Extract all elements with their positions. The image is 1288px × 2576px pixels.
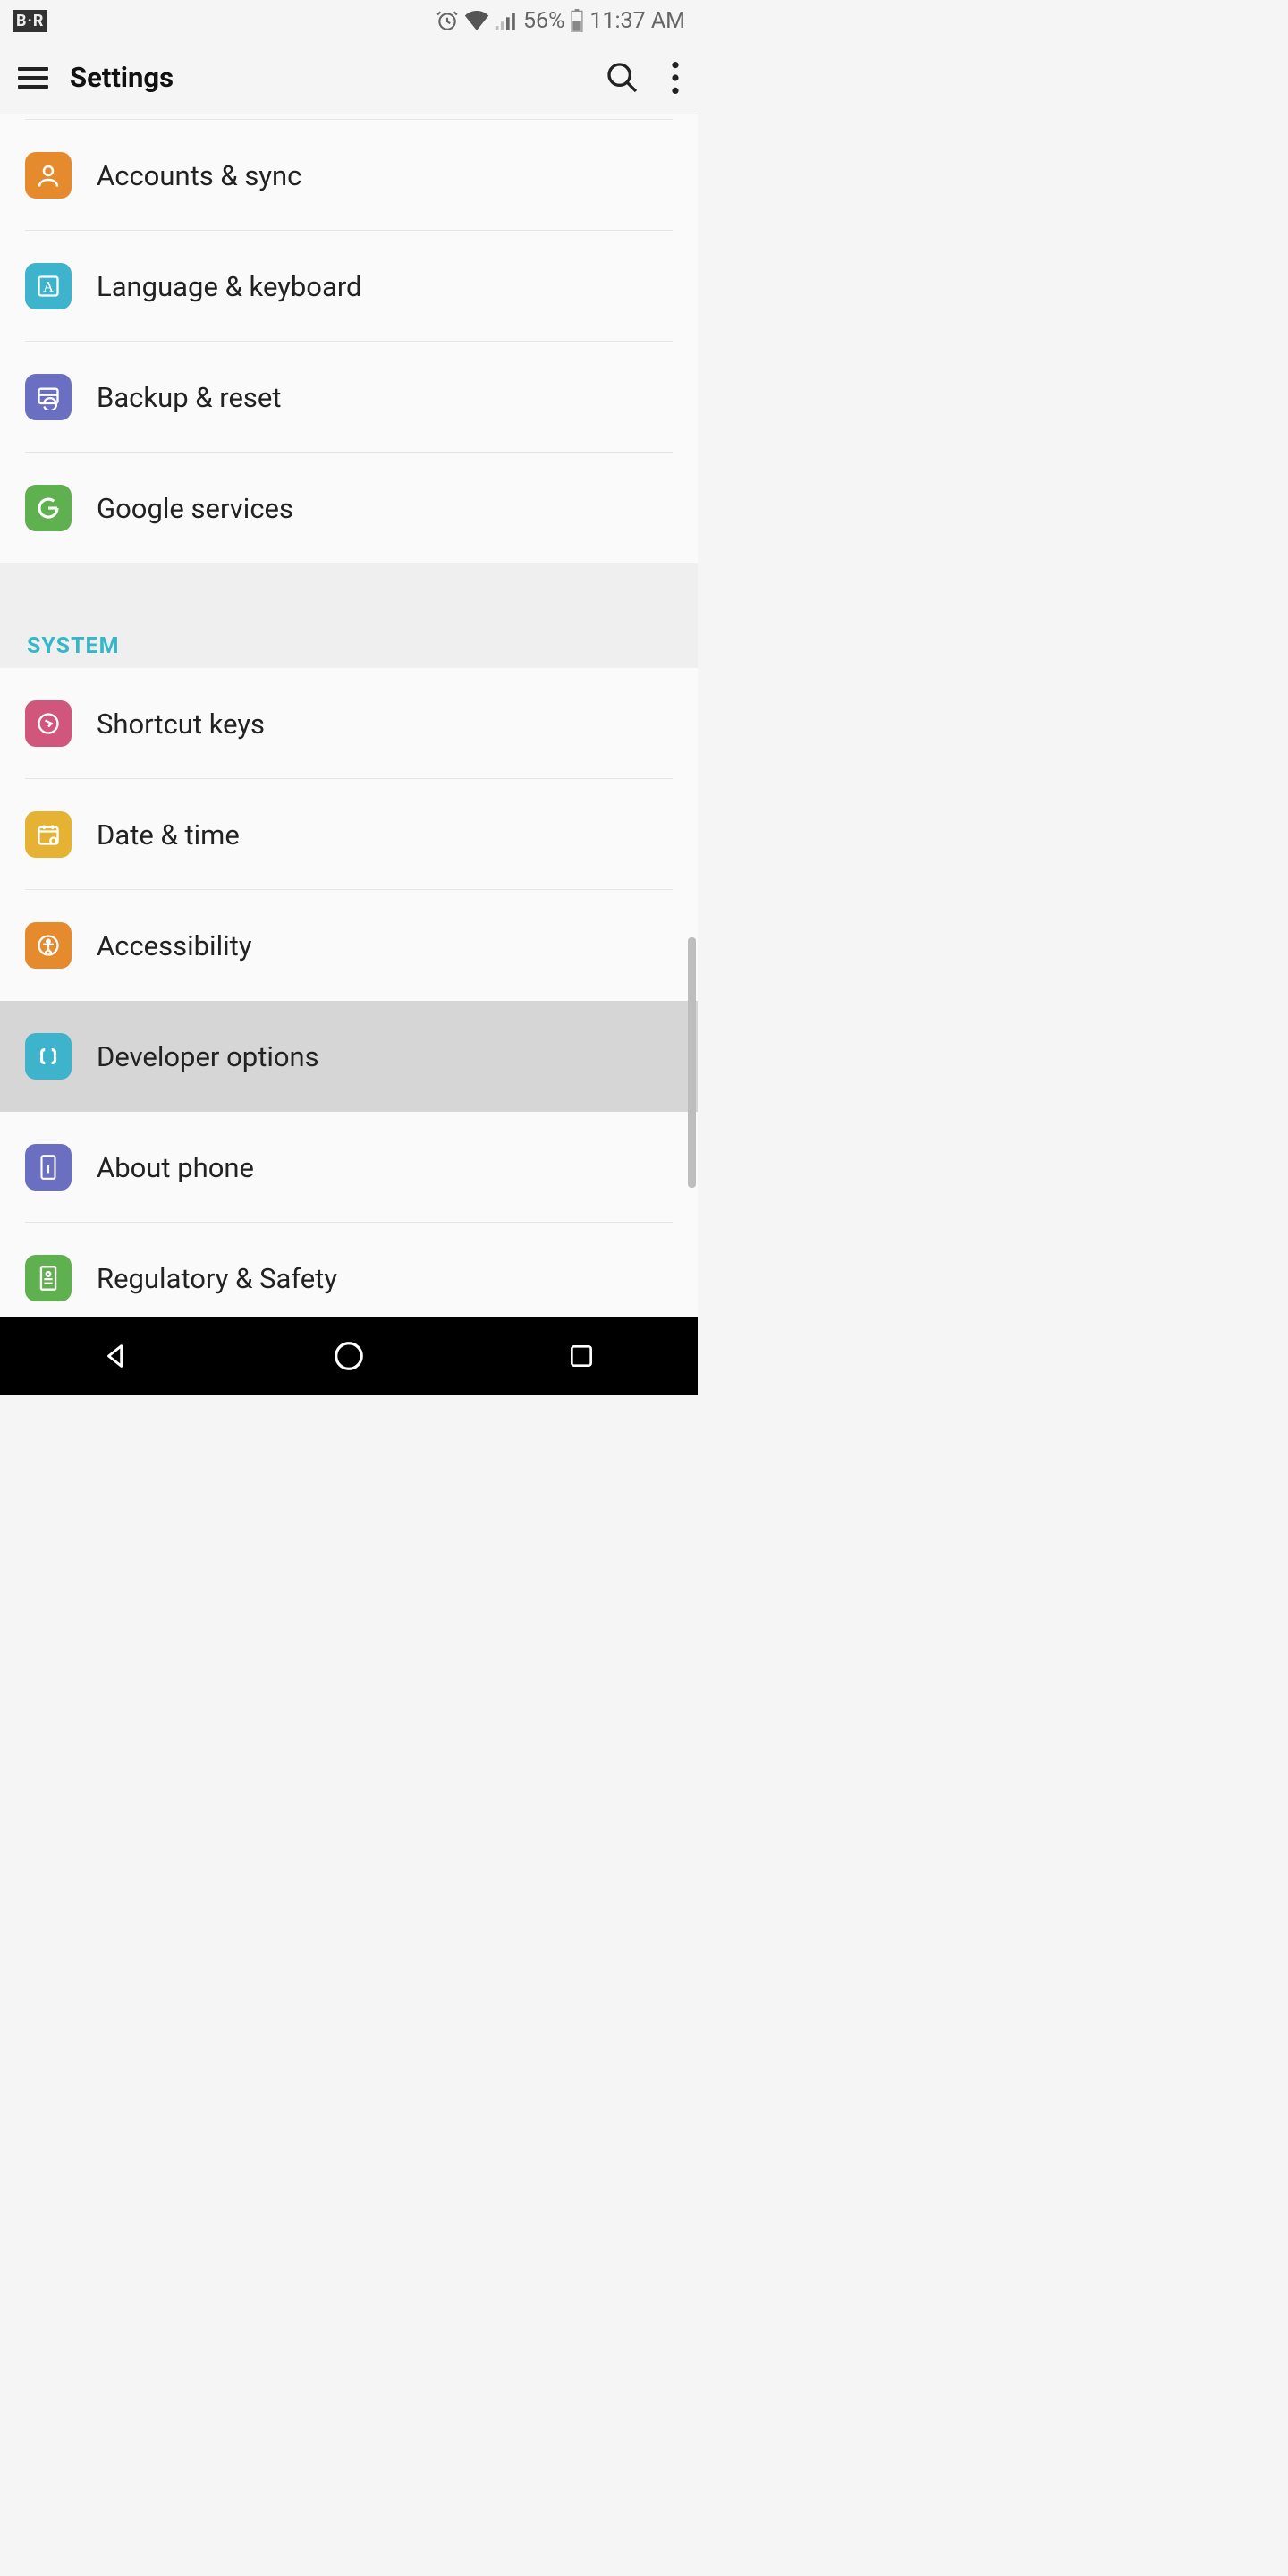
notification-badge-br: B·R — [13, 10, 47, 32]
wifi-icon — [464, 11, 489, 30]
home-button[interactable] — [327, 1335, 370, 1377]
settings-list: Accounts & sync A Language & keyboard Ba… — [0, 114, 698, 1317]
app-bar: Settings — [0, 41, 698, 114]
alarm-icon — [436, 9, 459, 32]
list-item-accessibility[interactable]: Accessibility — [0, 890, 698, 1001]
list-item-about-phone[interactable]: About phone — [0, 1112, 698, 1223]
scrollbar-thumb[interactable] — [688, 937, 696, 1188]
battery-icon — [570, 9, 584, 32]
system-nav-bar — [0, 1317, 698, 1395]
backup-icon — [25, 374, 72, 420]
list-item-developer-options[interactable]: Developer options — [0, 1001, 698, 1112]
calendar-icon — [25, 811, 72, 858]
recents-button[interactable] — [560, 1335, 603, 1377]
list-item-label: Google services — [97, 492, 293, 525]
shortcut-icon — [25, 700, 72, 747]
svg-text:A: A — [43, 278, 54, 295]
accessibility-icon — [25, 922, 72, 969]
list-item-label: Regulatory & Safety — [97, 1262, 337, 1295]
section-gap — [0, 564, 698, 615]
list-item-label: Accounts & sync — [97, 159, 301, 192]
signal-icon — [495, 11, 518, 30]
list-item-label: Shortcut keys — [97, 708, 265, 741]
list-item-language-keyboard[interactable]: A Language & keyboard — [0, 231, 698, 342]
list-item-date-time[interactable]: Date & time — [0, 779, 698, 890]
list-item-label: Language & keyboard — [97, 270, 362, 303]
clock-text: 11:37 AM — [589, 8, 685, 34]
battery-percent: 56% — [523, 8, 564, 34]
back-button[interactable] — [95, 1335, 138, 1377]
list-item-regulatory-safety[interactable]: Regulatory & Safety — [0, 1223, 698, 1317]
list-item-accounts-sync[interactable]: Accounts & sync — [0, 120, 698, 231]
list-item-backup-reset[interactable]: Backup & reset — [0, 342, 698, 453]
list-item-label: Developer options — [97, 1040, 319, 1073]
list-item-label: Backup & reset — [97, 381, 282, 414]
list-item-google-services[interactable]: Google services — [0, 453, 698, 564]
hamburger-icon[interactable] — [18, 67, 48, 89]
page-title: Settings — [70, 61, 605, 94]
overflow-menu-icon[interactable] — [671, 62, 680, 94]
list-item-shortcut-keys[interactable]: Shortcut keys — [0, 668, 698, 779]
regulatory-icon — [25, 1255, 72, 1301]
search-icon[interactable] — [605, 60, 640, 96]
list-item-label: About phone — [97, 1151, 254, 1184]
status-bar: B·R 56% 11:37 AM — [0, 0, 698, 41]
google-icon — [25, 485, 72, 531]
accounts-icon — [25, 152, 72, 199]
developer-icon — [25, 1033, 72, 1080]
language-icon: A — [25, 263, 72, 309]
about-phone-icon — [25, 1144, 72, 1191]
list-item-label: Date & time — [97, 818, 240, 852]
section-header-system: SYSTEM — [0, 615, 698, 668]
list-item-label: Accessibility — [97, 929, 251, 962]
